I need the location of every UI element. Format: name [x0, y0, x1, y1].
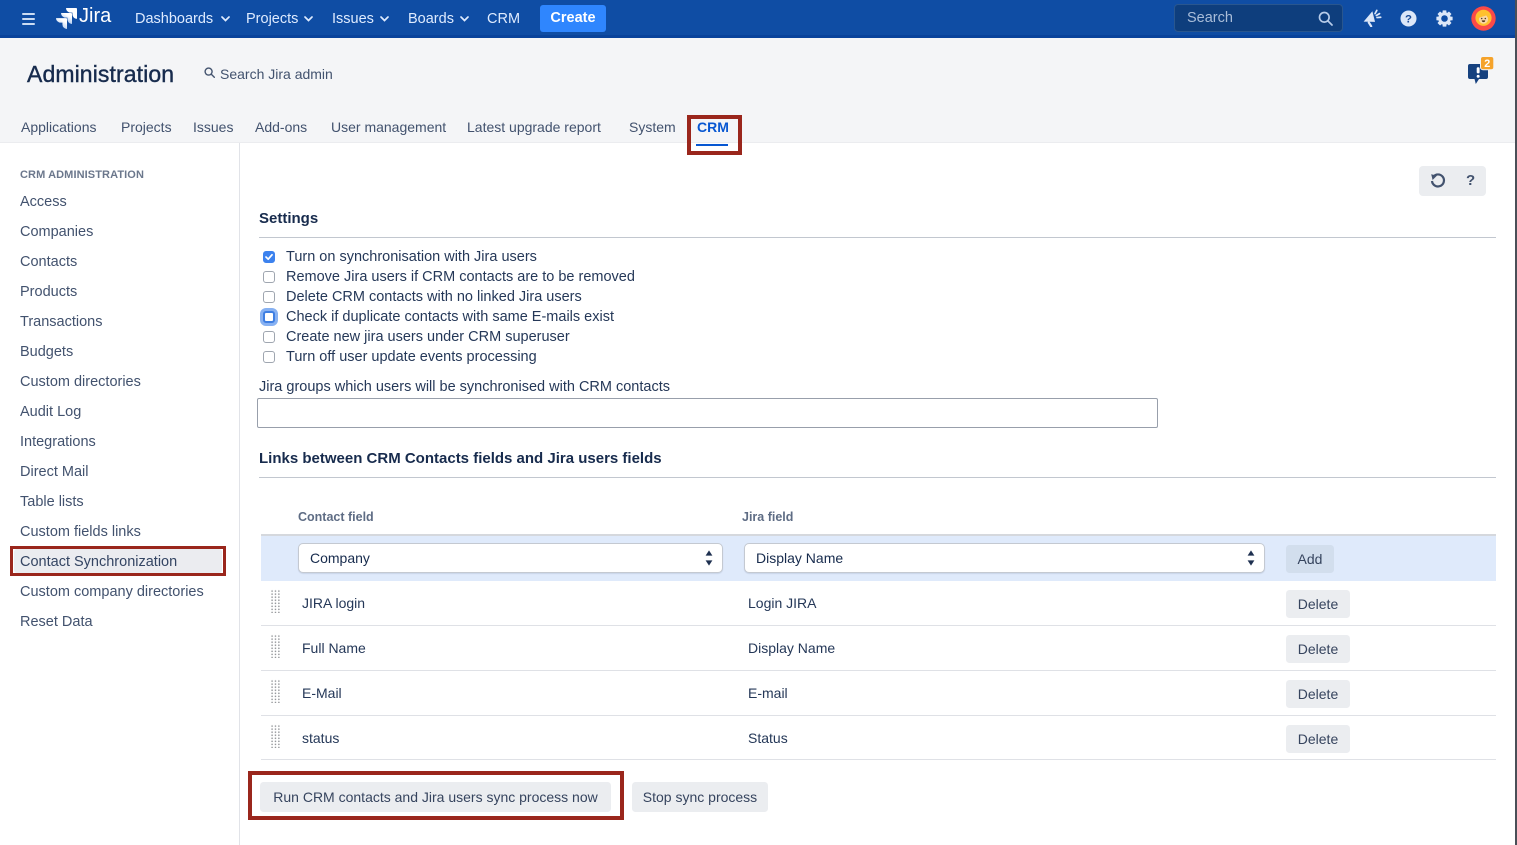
svg-text:2: 2 [1484, 58, 1490, 70]
svg-text:?: ? [1405, 13, 1412, 25]
